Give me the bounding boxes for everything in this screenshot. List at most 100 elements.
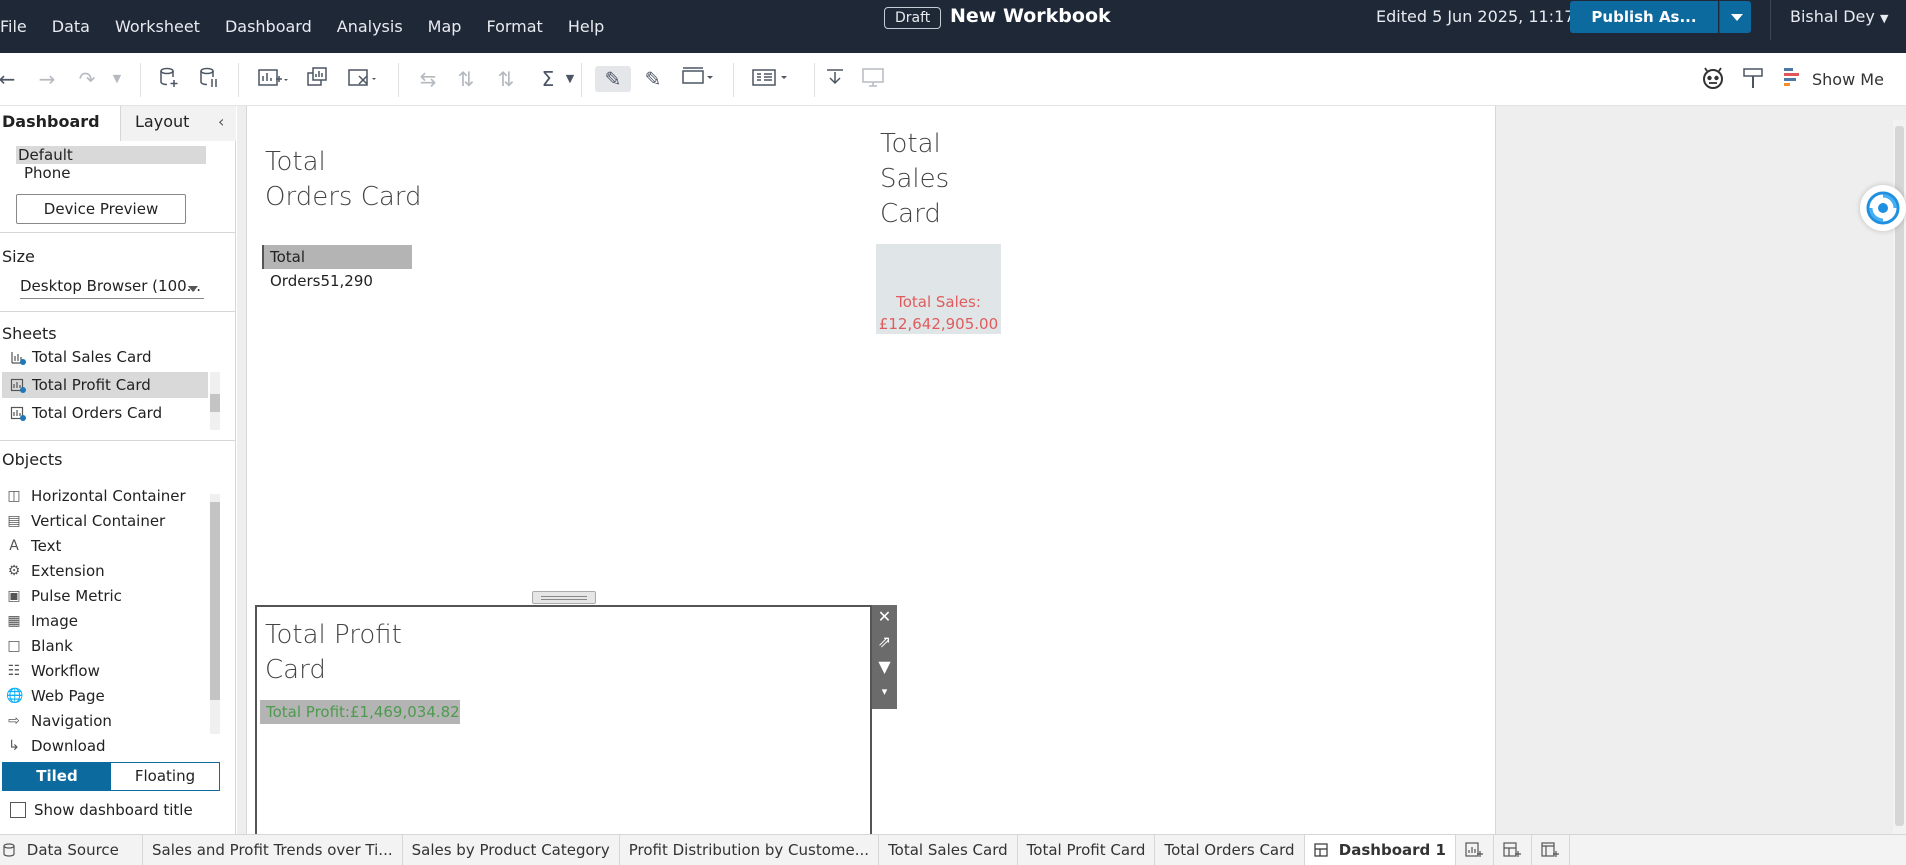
sort-descending-icon[interactable]: ⇅ [493,66,519,92]
total-orders-card-title[interactable]: Total Orders Card [265,145,422,215]
total-orders-value[interactable]: Total Orders51,290 [262,245,412,290]
device-preview-button[interactable]: Device Preview [16,194,186,224]
new-worksheet-icon[interactable] [1456,834,1494,865]
show-dashboard-title-label: Show dashboard title [34,801,193,819]
menu-format[interactable]: Format [486,17,542,36]
redo-icon[interactable]: → [34,66,60,92]
format-painter-icon[interactable] [1740,66,1766,92]
new-data-source-icon[interactable] [156,66,182,92]
object-workflow[interactable]: ☷ Workflow [6,660,206,682]
sort-ascending-icon[interactable]: ⇅ [453,66,479,92]
swap-rows-columns-icon[interactable]: ⇆ [415,66,441,92]
new-story-icon[interactable] [1532,834,1570,865]
sales-amount: £12,642,905.00 [878,315,999,333]
object-horizontal-container[interactable]: ◫ Horizontal Container [6,485,206,507]
menu-map[interactable]: Map [428,17,462,36]
sheets-scrollbar[interactable] [210,372,220,430]
tab-label: Data Source [26,840,119,859]
object-navigation[interactable]: ⇨ Navigation [6,710,206,732]
sheet-item-total-sales-card[interactable]: Total Sales Card [2,344,208,370]
tab-data-source[interactable]: Data Source [0,834,143,865]
show-me-button[interactable]: Show Me [1812,70,1884,89]
presentation-mode-icon[interactable] [860,66,886,92]
close-icon[interactable]: ✕ [872,606,897,628]
size-dropdown[interactable]: Desktop Browser (100... [20,277,204,299]
object-image[interactable]: ▦ Image [6,610,206,632]
object-pulse-metric[interactable]: ▣ Pulse Metric [6,585,206,607]
objects-section-title: Objects [2,450,63,469]
divider [398,63,399,97]
fix-axes-icon[interactable] [750,66,794,92]
replay-icon[interactable]: ↷ [74,66,100,92]
object-extension[interactable]: ⚙ Extension [6,560,206,582]
total-sales-value[interactable]: Total Sales: £12,642,905.00 [876,244,1001,334]
duplicate-sheet-icon[interactable] [304,66,330,92]
publish-as-button[interactable]: Publish As... [1570,1,1718,33]
menu-file[interactable]: File [0,17,27,36]
show-me-icon[interactable] [1780,66,1806,92]
sheet-item-label: Total Profit Card [32,376,151,394]
checkbox[interactable] [10,802,26,818]
scrollbar-thumb[interactable] [210,394,220,412]
objects-scrollbar[interactable] [210,494,220,734]
download-icon[interactable] [822,66,848,92]
menu-help[interactable]: Help [568,17,604,36]
device-default-option[interactable]: Default [16,146,206,164]
total-profit-card-title[interactable]: Total Profit Card [265,618,402,688]
total-profit-value[interactable]: Total Profit:£1,469,034.82 [260,700,460,724]
collapse-panel-icon[interactable]: ‹ [218,112,224,131]
tab-sales-and-profit-trends[interactable]: Sales and Profit Trends over Ti... [143,834,403,865]
sheet-item-total-orders-card[interactable]: Total Orders Card [2,400,208,426]
totals-dropdown-icon[interactable]: ▼ [557,66,583,92]
menu-analysis[interactable]: Analysis [337,17,403,36]
scrollbar-thumb[interactable] [210,502,220,700]
tab-layout[interactable]: Layout ‹ [120,106,236,141]
highlight-icon[interactable]: ✎ [595,66,631,92]
sheet-item-total-profit-card[interactable]: Total Profit Card [2,372,208,398]
divider [0,311,236,312]
filter-icon[interactable]: ▼ [872,656,897,678]
edit-annotations-icon[interactable]: ✎ [640,66,666,92]
total-sales-card-title[interactable]: Total Sales Card [880,127,949,232]
fit-icon[interactable] [680,66,716,92]
tab-total-sales-card[interactable]: Total Sales Card [879,834,1018,865]
floating-button[interactable]: Floating [111,763,219,790]
object-text[interactable]: A Text [6,535,206,557]
object-blank[interactable]: □ Blank [6,635,206,657]
object-web-page[interactable]: 🌐 Web Page [6,685,206,707]
menu-worksheet[interactable]: Worksheet [115,17,200,36]
show-dashboard-title-checkbox[interactable]: Show dashboard title [10,800,193,820]
tab-total-profit-card[interactable]: Total Profit Card [1018,834,1156,865]
new-dashboard-icon[interactable] [1494,834,1532,865]
ai-assistant-icon[interactable] [1700,66,1726,92]
tiled-button[interactable]: Tiled [3,763,111,790]
tab-sales-by-product-category[interactable]: Sales by Product Category [403,834,620,865]
go-to-sheet-icon[interactable]: ⇗ [872,631,897,653]
new-worksheet-icon[interactable] [256,66,290,92]
title-line: Total [880,129,941,159]
pause-data-updates-icon[interactable] [196,66,222,92]
clear-sheet-icon[interactable] [346,66,380,92]
sheets-section-title: Sheets [2,324,57,343]
title-line: Orders Card [265,182,422,212]
tab-profit-distribution[interactable]: Profit Distribution by Custome... [620,834,880,865]
object-vertical-container[interactable]: ▤ Vertical Container [6,510,206,532]
scrollbar-thumb[interactable] [1895,126,1904,826]
menu-data[interactable]: Data [52,17,90,36]
tab-dashboard[interactable]: Dashboard [0,106,120,141]
device-phone-option[interactable]: Phone [24,164,70,182]
more-options-icon[interactable]: ▾ [872,681,897,703]
drag-handle[interactable] [532,591,596,604]
publish-options-dropdown[interactable] [1719,1,1751,33]
user-menu[interactable]: Bishal Dey ▼ [1790,7,1888,26]
menu-dashboard[interactable]: Dashboard [225,17,312,36]
object-label: Blank [31,637,73,655]
undo-icon[interactable]: ← [0,66,20,92]
workbook-title[interactable]: New Workbook [950,5,1111,27]
vertical-container-icon: ▤ [7,513,21,529]
object-download[interactable]: ↳ Download [6,735,206,757]
tab-total-orders-card[interactable]: Total Orders Card [1155,834,1305,865]
replay-dropdown-icon[interactable]: ▼ [104,66,130,92]
tab-dashboard-1[interactable]: Dashboard 1 [1304,834,1456,865]
ai-assistant-badge[interactable] [1860,185,1906,231]
